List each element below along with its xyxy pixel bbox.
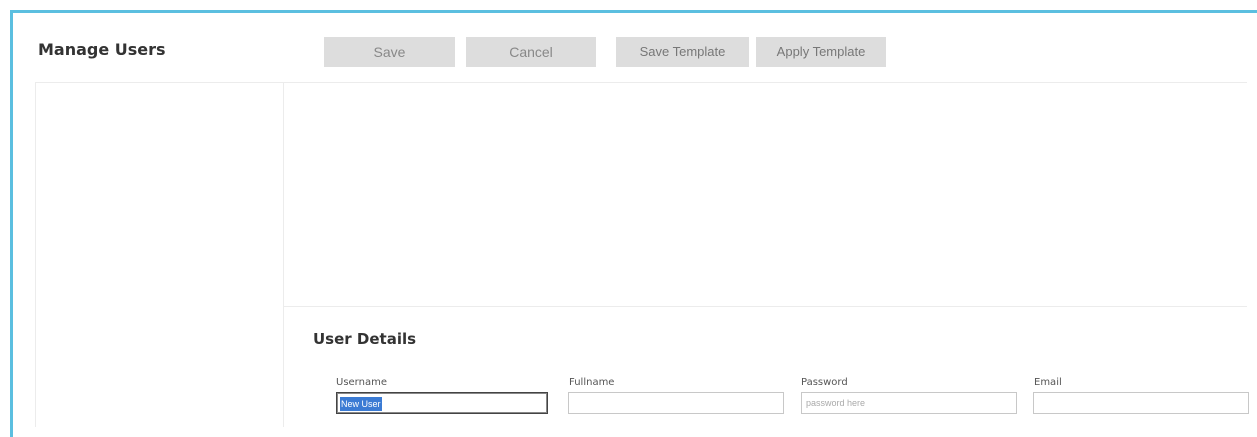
email-field[interactable] bbox=[1033, 392, 1249, 414]
email-label: Email bbox=[1034, 377, 1062, 388]
cancel-button[interactable]: Cancel bbox=[466, 37, 596, 67]
page-title: Manage Users bbox=[38, 40, 166, 59]
user-preview-pane bbox=[284, 83, 1247, 307]
apply-template-button[interactable]: Apply Template bbox=[756, 37, 886, 67]
fullname-label: Fullname bbox=[569, 377, 615, 388]
save-template-button[interactable]: Save Template bbox=[616, 37, 749, 67]
username-label: Username bbox=[336, 377, 387, 388]
save-button[interactable]: Save bbox=[324, 37, 455, 67]
fullname-field[interactable] bbox=[568, 392, 784, 414]
user-details-heading: User Details bbox=[313, 330, 417, 348]
content-area bbox=[35, 82, 1247, 427]
user-list-pane[interactable] bbox=[36, 83, 284, 427]
password-field[interactable] bbox=[801, 392, 1017, 414]
username-selected-text: New User bbox=[340, 397, 382, 411]
username-field[interactable]: New User bbox=[336, 392, 548, 414]
password-label: Password bbox=[801, 377, 848, 388]
